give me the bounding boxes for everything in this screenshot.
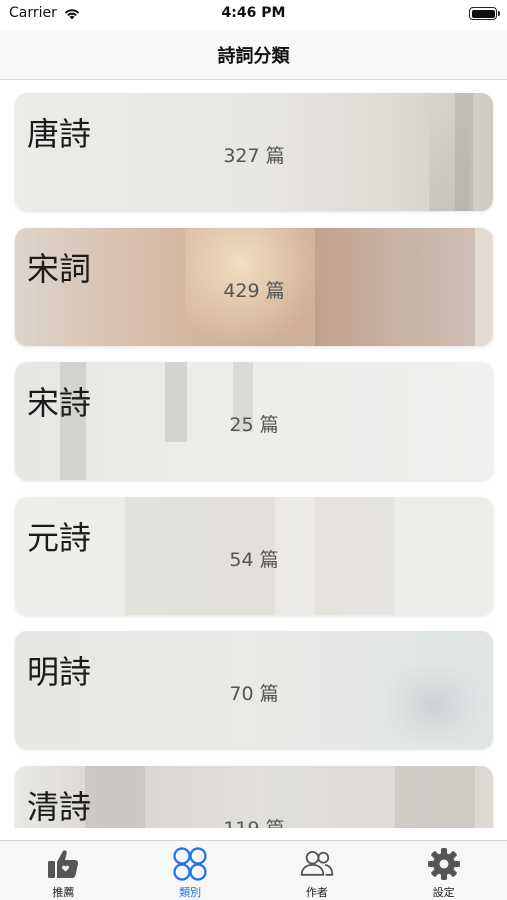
tab-label: 推薦 [52, 886, 75, 899]
poem-count: 70 篇 [229, 683, 279, 705]
tab-label: 設定 [432, 886, 455, 899]
tab-label: 作者 [305, 886, 328, 899]
poem-count: 429 篇 [223, 280, 285, 302]
category-card-song-poetry[interactable]: 宋詩 25 篇 [15, 362, 493, 480]
tab-authors[interactable]: 作者 [254, 841, 381, 900]
people-icon [299, 847, 335, 881]
tab-settings[interactable]: 設定 [380, 841, 507, 900]
category-card-song-ci[interactable]: 宋詞 429 篇 [15, 228, 493, 346]
battery-icon [469, 7, 500, 20]
poem-count: 119 篇 [15, 814, 493, 828]
category-list[interactable]: 唐詩 327 篇 宋詞 429 篇 宋詩 25 篇 元詩 54 篇 明詩 70 … [0, 81, 507, 828]
clock: 4:46 PM [221, 5, 286, 21]
poem-count: 25 篇 [229, 414, 279, 436]
category-card-yuan-poetry[interactable]: 元詩 54 篇 [15, 497, 493, 615]
tab-recommend[interactable]: 推薦 [0, 841, 127, 900]
poem-count: 54 篇 [229, 549, 279, 571]
poem-count: 327 篇 [223, 145, 285, 167]
category-card-ming-poetry[interactable]: 明詩 70 篇 [15, 631, 493, 749]
tab-bar: 推薦 類別 作者 設定 [0, 840, 507, 900]
page-title: 詩詞分類 [217, 46, 290, 67]
category-card-qing-poetry[interactable]: 清詩 119 篇 [15, 766, 493, 828]
navigation-bar: 詩詞分類 [0, 30, 507, 80]
four-circles-icon [172, 847, 208, 881]
gear-icon [426, 847, 462, 881]
status-bar: Carrier 4:46 PM [0, 0, 507, 30]
category-card-tang-poetry[interactable]: 唐詩 327 篇 [15, 93, 493, 211]
thumbs-up-icon [45, 847, 81, 881]
tab-categories[interactable]: 類別 [127, 841, 254, 900]
tab-label: 類別 [179, 886, 202, 899]
